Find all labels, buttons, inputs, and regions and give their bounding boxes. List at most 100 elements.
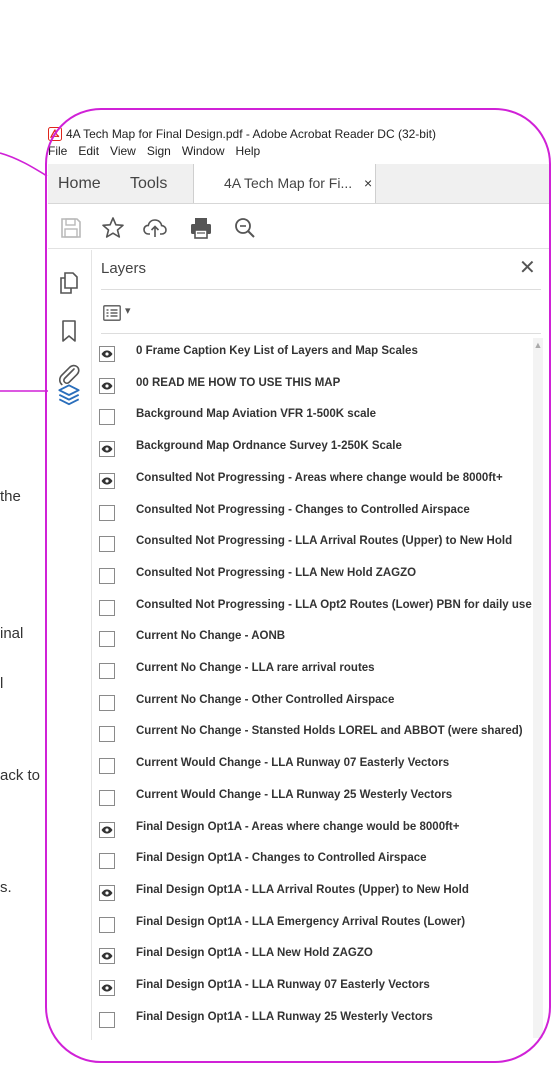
scroll-up-icon[interactable]: ▲ — [533, 340, 543, 350]
layer-visibility-checkbox[interactable] — [99, 567, 115, 584]
window-title-bar: 4A Tech Map for Final Design.pdf - Adobe… — [48, 124, 548, 144]
chevron-down-icon: ▾ — [125, 305, 131, 317]
tab-close-icon[interactable]: × — [364, 175, 372, 191]
menu-sign[interactable]: Sign — [147, 144, 171, 162]
layer-row[interactable]: Final Design Opt1A - Changes to Controll… — [93, 845, 531, 877]
tab-document-label: 4A Tech Map for Fi... — [224, 175, 353, 191]
layer-row[interactable]: Final Design Opt1A - LLA Runway 25 Weste… — [93, 1004, 531, 1036]
layer-visibility-checkbox[interactable] — [99, 884, 115, 901]
menu-help[interactable]: Help — [236, 144, 261, 162]
layer-visibility-checkbox[interactable] — [99, 631, 115, 648]
layer-label: Current Would Change - LLA Runway 25 Wes… — [136, 788, 453, 801]
layer-visibility-checkbox[interactable] — [99, 346, 115, 362]
upload-cloud-icon[interactable] — [142, 215, 168, 241]
toolbar — [48, 205, 551, 249]
menu-view[interactable]: View — [110, 144, 136, 162]
menu-bar: File Edit View Sign Window Help — [48, 144, 260, 162]
layer-label: Current Would Change - LLA Runway 07 Eas… — [136, 757, 450, 770]
layer-row[interactable]: Final Design Opt1A - Areas where change … — [93, 814, 531, 846]
layer-row[interactable]: Background Map Aviation VFR 1-500K scale — [93, 401, 531, 433]
layer-label: Final Design Opt1A - LLA Emergency Arriv… — [136, 915, 466, 928]
options-list-icon — [103, 305, 121, 321]
layer-visibility-checkbox[interactable] — [99, 663, 115, 679]
page-thumbnails-icon[interactable] — [56, 270, 82, 296]
layer-visibility-checkbox[interactable] — [99, 948, 115, 965]
layer-label: Current No Change - Stansted Holds LOREL… — [136, 725, 523, 738]
layer-label: Consulted Not Progressing - LLA Opt2 Rou… — [136, 598, 532, 611]
layer-row[interactable]: Current No Change - Stansted Holds LOREL… — [93, 718, 531, 750]
layer-row[interactable]: Final Design Opt1A - LLA New Hold ZAGZO — [93, 940, 531, 972]
eye-icon — [101, 952, 113, 960]
layers-scrollbar[interactable]: ▲ — [533, 338, 543, 1038]
layer-label: Consulted Not Progressing - LLA Arrival … — [136, 535, 513, 548]
layer-visibility-checkbox[interactable] — [99, 789, 115, 806]
layer-visibility-checkbox[interactable] — [99, 916, 115, 933]
layer-visibility-checkbox[interactable] — [99, 441, 115, 458]
layer-visibility-checkbox[interactable] — [99, 694, 115, 711]
print-icon[interactable] — [188, 215, 214, 241]
layer-row[interactable]: Final Design Opt1A - LLA Emergency Arriv… — [93, 909, 531, 941]
tab-home[interactable]: Home — [58, 164, 101, 203]
layer-row[interactable]: Current No Change - Other Controlled Air… — [93, 687, 531, 719]
eye-icon — [101, 350, 113, 358]
close-icon[interactable]: ✕ — [519, 258, 536, 278]
layer-visibility-checkbox[interactable] — [99, 409, 115, 426]
save-icon[interactable] — [58, 215, 84, 241]
layer-visibility-checkbox[interactable] — [99, 504, 115, 521]
layer-label: Final Design Opt1A - Changes to Controll… — [136, 852, 427, 865]
eye-icon — [101, 382, 113, 390]
layer-options-button[interactable]: ▾ — [103, 304, 143, 324]
layer-label: Current No Change - AONB — [136, 630, 286, 643]
panel-divider — [101, 333, 541, 334]
layer-label: Current No Change - LLA rare arrival rou… — [136, 662, 375, 674]
layer-visibility-checkbox[interactable] — [99, 821, 115, 838]
layer-label: 00 READ ME HOW TO USE THIS MAP — [136, 376, 341, 389]
layers-panel-title: Layers — [101, 260, 147, 277]
layer-row[interactable]: Consulted Not Progressing - Changes to C… — [93, 497, 531, 529]
eye-icon — [101, 984, 113, 992]
tab-tools[interactable]: Tools — [130, 164, 167, 203]
menu-edit[interactable]: Edit — [78, 144, 99, 162]
layer-label: Consulted Not Progressing - Changes to C… — [136, 503, 470, 516]
layer-visibility-checkbox[interactable] — [99, 599, 115, 616]
layer-row[interactable]: Final Design Opt1A - LLA Runway 07 Easte… — [93, 972, 531, 1004]
tab-bar: Home Tools 4A Tech Map for Fi... × — [48, 164, 551, 204]
layer-row[interactable]: Current No Change - LLA rare arrival rou… — [93, 655, 531, 687]
layer-label: Final Design Opt1A - LLA Runway 07 Easte… — [136, 979, 430, 991]
layer-row[interactable]: Consulted Not Progressing - Areas where … — [93, 465, 531, 497]
layer-visibility-checkbox[interactable] — [99, 726, 115, 743]
layer-row[interactable]: Consulted Not Progressing - LLA Opt2 Rou… — [93, 592, 532, 624]
layer-visibility-checkbox[interactable] — [99, 1011, 115, 1028]
layer-label: Current No Change - Other Controlled Air… — [136, 693, 395, 706]
layer-row[interactable]: Current Would Change - LLA Runway 07 Eas… — [93, 750, 531, 782]
menu-window[interactable]: Window — [182, 144, 225, 162]
tab-document[interactable]: 4A Tech Map for Fi... × — [193, 164, 376, 203]
layer-visibility-checkbox[interactable] — [99, 472, 115, 489]
layer-row[interactable]: Background Map Ordnance Survey 1-250K Sc… — [93, 433, 531, 465]
layer-visibility-checkbox[interactable] — [99, 853, 115, 870]
menu-file[interactable]: File — [48, 144, 67, 162]
panel-divider — [101, 289, 541, 290]
layer-visibility-checkbox[interactable] — [99, 377, 115, 394]
layer-row[interactable]: 0 Frame Caption Key List of Layers and M… — [93, 338, 531, 370]
layer-label: Background Map Ordnance Survey 1-250K Sc… — [136, 440, 402, 453]
layers-icon[interactable] — [55, 381, 83, 409]
layer-label: Final Design Opt1A - LLA Arrival Routes … — [136, 883, 469, 896]
window-title: 4A Tech Map for Final Design.pdf - Adobe… — [66, 127, 436, 141]
layer-visibility-checkbox[interactable] — [99, 536, 115, 553]
layer-row[interactable]: Current Would Change - LLA Runway 25 Wes… — [93, 782, 531, 814]
acrobat-pdf-icon — [48, 127, 62, 141]
bookmark-icon[interactable] — [56, 318, 82, 344]
zoom-search-icon[interactable] — [232, 215, 258, 241]
layer-row[interactable]: Consulted Not Progressing - LLA New Hold… — [93, 560, 531, 592]
eye-icon — [101, 889, 113, 897]
star-icon[interactable] — [100, 215, 126, 241]
layer-row[interactable]: Current No Change - AONB — [93, 623, 531, 655]
layer-row[interactable]: Final Design Opt1A - LLA Arrival Routes … — [93, 877, 531, 909]
layer-row[interactable]: 00 READ ME HOW TO USE THIS MAP — [93, 370, 531, 402]
layer-row[interactable]: Consulted Not Progressing - LLA Arrival … — [93, 528, 531, 560]
layer-visibility-checkbox[interactable] — [99, 758, 115, 775]
layer-label: Consulted Not Progressing - Areas where … — [136, 471, 503, 484]
navigation-pane-rail — [48, 250, 92, 1040]
layer-visibility-checkbox[interactable] — [99, 980, 115, 996]
